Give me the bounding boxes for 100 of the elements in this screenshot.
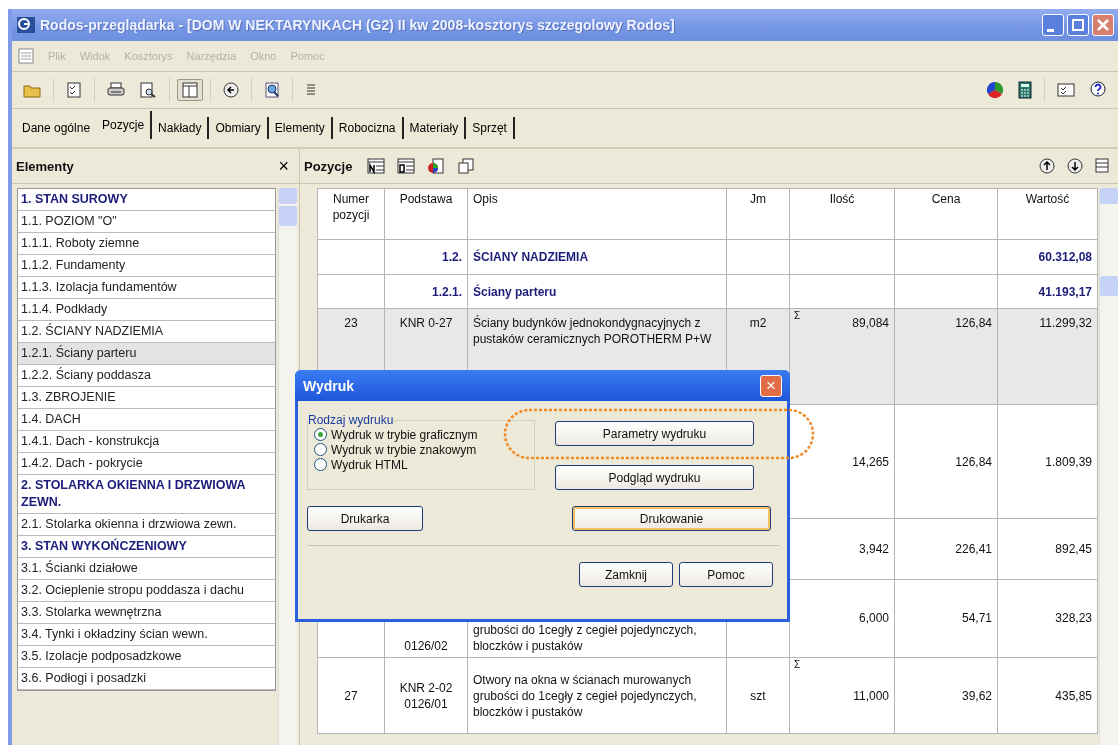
dialog-button[interactable]: Zamknij (579, 562, 673, 587)
column-header[interactable]: Wartość (997, 188, 1098, 240)
tree-item[interactable]: 1.1. POZIOM "O" (18, 211, 275, 233)
table-cell: Ściany parteru (473, 284, 557, 299)
tab[interactable]: Materiały (403, 117, 467, 139)
table-cell: 1.809,39 (1045, 454, 1092, 469)
table-cell: 23 (344, 316, 358, 330)
sum-mark: Σ (794, 659, 801, 670)
column-header[interactable]: Numer pozycji (317, 188, 385, 240)
tree-item[interactable]: 2. STOLARKA OKIENNA I DRZWIOWA ZEWN. (18, 475, 275, 514)
table-cell: KNR 0-27 (399, 316, 453, 330)
minimize-button[interactable] (1042, 14, 1064, 36)
scroll-thumb[interactable] (1100, 276, 1118, 296)
tree-item[interactable]: 1.4.1. Dach - konstrukcja (18, 431, 275, 453)
radio-label[interactable]: Wydruk w trybie znakowym (331, 442, 477, 457)
table-cell: KNR 2-02 0126/01 (399, 680, 453, 711)
table-cell: szt (750, 688, 766, 703)
table-row[interactable]: 1.2.1. Ściany parteru 41.193,17 (317, 274, 1098, 309)
tree-item[interactable]: 1.4.2. Dach - pokrycie (18, 453, 275, 475)
table-cell: 3,942 (858, 542, 889, 556)
panel-close-button[interactable]: × (272, 155, 295, 177)
table-cell: 226,41 (955, 542, 992, 556)
table-cell: grubości do 1cegły z cegieł pojedynczych, bloczków i pustaków (473, 623, 697, 653)
table-row[interactable]: 27 KNR 2-02 0126/01 Otwory na okna w ścianach murowanych grubości do 1cegły z cegieł pojedynczych, bloczków i pustaków szt Σ 11,000 39,62 435,85 (317, 657, 1098, 734)
radio-label[interactable]: Wydruk HTML (331, 457, 408, 472)
tree-item[interactable]: 3.2. Ocieplenie stropu poddasza i dachu (18, 580, 275, 602)
panel-toggle-button[interactable] (177, 79, 203, 101)
table-cell: 126,84 (955, 316, 992, 330)
table-row-icon (397, 158, 416, 174)
tab[interactable]: Obmiary (209, 117, 269, 139)
panel-title: Elementy (16, 158, 75, 174)
tab[interactable]: Elementy (268, 117, 333, 139)
dialog-button[interactable]: Podgląd wydruku (555, 465, 754, 490)
table-cell: Ściany budynków jednokondygnacyjnych z pustaków ceramicznych POROTHERM P+W (473, 316, 712, 346)
column-header[interactable]: Jm (726, 188, 790, 240)
tab[interactable]: Sprzęt (466, 117, 515, 139)
scrollbar[interactable] (278, 188, 297, 745)
tree-item[interactable]: 1.1.3. Izolacja fundamentów (18, 277, 275, 299)
dialog-button[interactable]: Parametry wydruku (555, 421, 754, 446)
rows-icon (1095, 158, 1109, 174)
preview-icon (139, 82, 157, 98)
minimize-icon (1046, 28, 1054, 32)
table-cell: m2 (749, 316, 767, 330)
tree-item[interactable]: 3.3. Stolarka wewnętrzna (18, 602, 275, 624)
dialog-button[interactable]: Drukowanie (572, 506, 771, 531)
panel-layout-icon (182, 82, 198, 98)
close-button[interactable] (1092, 14, 1114, 36)
tree-item[interactable]: 1.1.1. Roboty ziemne (18, 233, 275, 255)
column-header[interactable]: Podstawa (384, 188, 468, 240)
document-icon (18, 48, 34, 64)
tab[interactable]: Nakłady (152, 117, 210, 139)
tree-item[interactable]: 3.5. Izolacje podposadzkowe (18, 646, 275, 668)
tree-item[interactable]: 1.1.2. Fundamenty (18, 255, 275, 277)
scrollbar[interactable] (1099, 188, 1118, 745)
printer-icon (107, 82, 125, 98)
table-cell: 126,84 (955, 454, 992, 469)
tree-item[interactable]: 1. STAN SUROWY (18, 189, 275, 211)
column-header[interactable]: Opis (467, 188, 727, 240)
tree-item[interactable]: 3.1. Ścianki działowe (18, 558, 275, 580)
tab[interactable]: Dane ogólne (16, 117, 97, 139)
table-cell: 1.2. (442, 250, 462, 264)
radio-button[interactable] (314, 428, 327, 441)
tab[interactable]: Pozycje (96, 111, 153, 139)
list-icon (305, 83, 317, 97)
copy-icon (457, 158, 476, 174)
dialog-button[interactable]: Pomoc (679, 562, 773, 587)
tree-item[interactable]: 1.2.1. Ściany parteru (18, 343, 275, 365)
close-icon (1097, 19, 1109, 31)
tab[interactable]: Robocizna (332, 117, 404, 139)
table-cell: ŚCIANY NADZIEMIA (473, 250, 589, 264)
radio-button[interactable] (314, 443, 327, 456)
tree-item[interactable]: 3.4. Tynki i okładziny ścian wewn. (18, 624, 275, 646)
tree-item[interactable]: 1.4. DACH (18, 409, 275, 431)
table-cell: 892,45 (1055, 542, 1092, 556)
table-cell: 60.312,08 (1038, 250, 1092, 264)
table-row[interactable]: 1.2. ŚCIANY NADZIEMIA 60.312,08 (317, 239, 1098, 275)
table-cell: 1.2.1. (431, 284, 462, 299)
table-cell: 11.299,32 (1039, 316, 1092, 330)
radio-label[interactable]: Wydruk w trybie graficznym (331, 427, 478, 442)
table-cell: 0126/02 (404, 639, 448, 653)
tree-item[interactable]: 1.1.4. Podkłady (18, 299, 275, 321)
tree-item[interactable]: 3.6. Podłogi i posadzki (18, 668, 275, 690)
table-cell: 328,23 (1055, 611, 1092, 625)
column-header[interactable]: Ilość (789, 188, 895, 240)
dialog-button[interactable]: Drukarka (307, 506, 423, 531)
table-cell: 11,000 (853, 688, 889, 703)
calculator-icon (1018, 81, 1032, 99)
column-header[interactable]: Cena (894, 188, 998, 240)
tree-item[interactable]: 1.3. ZBROJENIE (18, 387, 275, 409)
tree-item[interactable]: 1.2.2. Ściany poddasza (18, 365, 275, 387)
scroll-thumb[interactable] (279, 206, 297, 226)
tree-item[interactable]: 2.1. Stolarka okienna i drzwiowa zewn. (18, 514, 275, 536)
search-icon (264, 82, 280, 98)
table-cell: 6,000 (858, 611, 889, 625)
table-cell: Otwory na okna w ścianach murowanych grubości do 1cegły z cegieł pojedynczych, bloczków i pustaków (473, 672, 697, 719)
table-cell: 39,62 (961, 688, 992, 703)
checklist-icon (66, 82, 82, 98)
maximize-button[interactable] (1067, 14, 1089, 36)
tree-item[interactable]: 3. STAN WYKOŃCZENIOWY (18, 536, 275, 558)
radio-button[interactable] (314, 458, 327, 471)
